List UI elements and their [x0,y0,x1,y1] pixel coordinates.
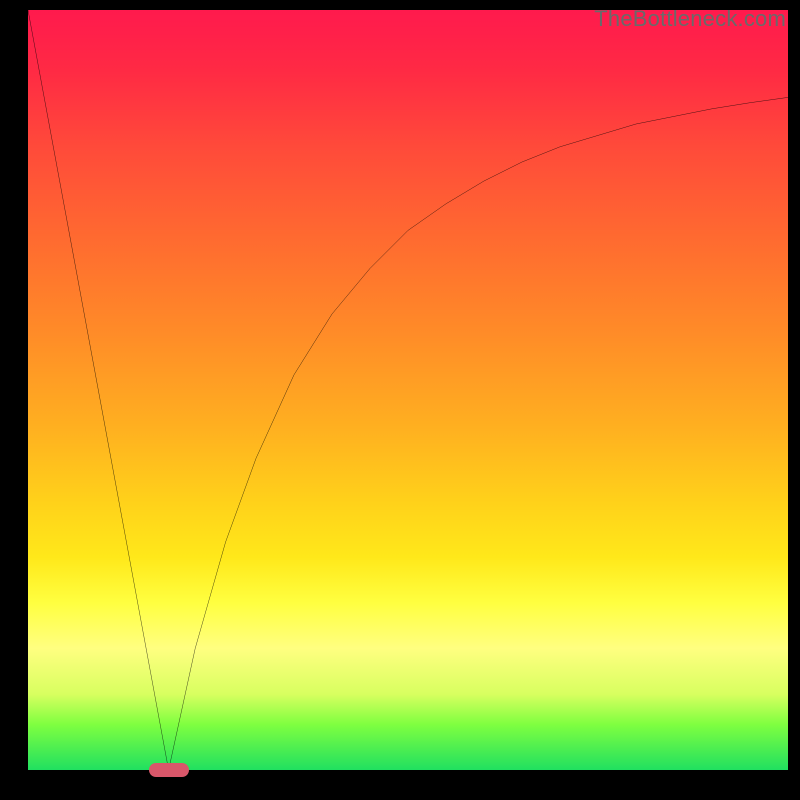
chart-frame: TheBottleneck.com [0,0,800,800]
optimal-marker [149,763,189,777]
watermark-text: TheBottleneck.com [594,6,786,32]
plot-area [28,10,788,770]
curve-path [28,10,788,770]
bottleneck-curve [28,10,788,770]
